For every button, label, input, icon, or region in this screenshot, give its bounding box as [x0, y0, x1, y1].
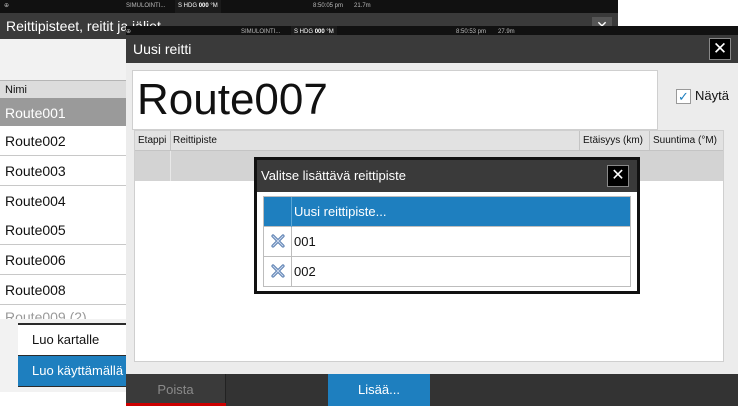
- status-mode: SIMULOINTI...: [126, 3, 166, 9]
- route-list-item[interactable]: Route005: [0, 215, 126, 245]
- status-bar: ⊕ SIMULOINTI... S HDG 000 °M 8:50:05 pm …: [0, 0, 618, 13]
- route-list-item[interactable]: Route009 (2): [0, 305, 126, 319]
- status-time: 8:50:05 pm: [313, 3, 344, 9]
- action-bar: Poista Lisää...: [126, 374, 738, 406]
- checkmark-icon[interactable]: ✓: [676, 89, 691, 104]
- new-waypoint-item[interactable]: Uusi reittipiste...: [264, 197, 630, 227]
- add-button[interactable]: Lisää...: [328, 374, 430, 406]
- column-header-bearing: Suuntima (°M): [653, 135, 718, 146]
- waypoint-picker-dialog: Valitse lisättävä reittipiste ✕ Uusi rei…: [254, 157, 640, 294]
- picker-title: Valitse lisättävä reittipiste: [261, 168, 406, 183]
- close-icon[interactable]: ✕: [607, 165, 629, 187]
- delete-button-label: Poista: [157, 382, 194, 397]
- route-list-item[interactable]: Route003: [0, 156, 126, 186]
- row-divider: [291, 227, 292, 257]
- cell-divider: [170, 151, 171, 181]
- row-divider: [291, 257, 292, 287]
- dialog-title: Uusi reitti: [133, 41, 192, 57]
- close-icon[interactable]: ✕: [709, 38, 731, 60]
- list-header[interactable]: Nimi: [0, 80, 126, 98]
- status-depth: 21.7m: [354, 3, 371, 9]
- waypoint-label: 002: [294, 264, 316, 279]
- waypoint-cross-icon: [271, 264, 285, 278]
- route-list-item[interactable]: Route001: [0, 98, 126, 128]
- show-checkbox-label[interactable]: Näytä: [695, 88, 729, 103]
- gps-icon: ⊕: [4, 3, 10, 9]
- menu-item-create-on-chart[interactable]: Luo kartalle: [18, 325, 126, 355]
- dialog-title-bar: Uusi reitti ✕: [126, 35, 738, 63]
- waypoint-label: 001: [294, 234, 316, 249]
- route-list-item[interactable]: Route006: [0, 245, 126, 275]
- waypoint-cross-icon: [271, 234, 285, 248]
- column-header-leg: Etappi: [138, 135, 167, 146]
- context-menu: Luo kartalle Luo käyttämällä reittipiste…: [18, 323, 126, 387]
- column-divider: [579, 131, 580, 151]
- route-list-item[interactable]: Route002: [0, 126, 126, 156]
- status-heading: S HDG 000 °M: [175, 0, 221, 13]
- route-list-item[interactable]: Route008: [0, 275, 126, 305]
- table-header: Etappi Reittipiste Etäisyys (km) Suuntim…: [135, 131, 723, 151]
- route-list-item[interactable]: Route004: [0, 186, 126, 216]
- column-divider: [649, 131, 650, 151]
- waypoint-list-item[interactable]: 002: [264, 257, 630, 287]
- delete-button[interactable]: Poista: [126, 374, 226, 406]
- picker-title-bar: Valitse lisättävä reittipiste ✕: [257, 160, 637, 192]
- menu-item-create-using-waypoints[interactable]: Luo käyttämällä reittipisteitä: [18, 356, 126, 386]
- column-divider: [170, 131, 171, 151]
- new-waypoint-label: Uusi reittipiste...: [294, 204, 387, 219]
- column-header-distance: Etäisyys (km): [583, 135, 643, 146]
- column-header-waypoint: Reittipiste: [173, 135, 217, 146]
- row-divider: [291, 197, 292, 227]
- waypoint-list: Uusi reittipiste... 001 002: [263, 196, 631, 287]
- route-name-field[interactable]: Route007: [132, 70, 658, 130]
- waypoint-list-item[interactable]: 001: [264, 227, 630, 257]
